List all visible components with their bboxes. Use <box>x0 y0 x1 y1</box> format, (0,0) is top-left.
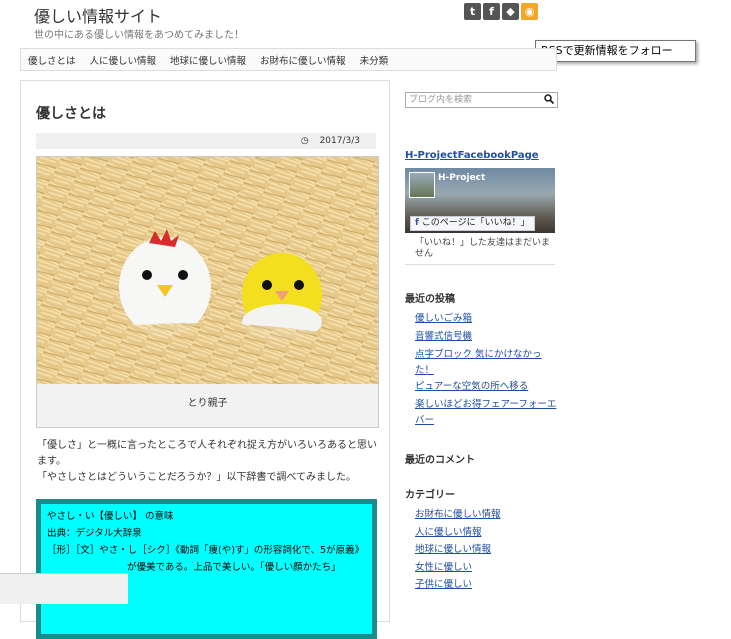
dictionary-quote: やさし・い【優しい】 の意味 出典：デジタル大辞泉 ［形］［文］やさ・し［シク］… <box>36 499 377 639</box>
post-image-frame: とり親子 <box>36 156 379 428</box>
rss-tooltip: RSSで更新情報をフォロー <box>535 40 696 62</box>
quote-line: ［形］［文］やさ・し［シク］《動詞「痩(や)す」の形容詞化で、5が原義》 <box>47 545 365 556</box>
horizontal-scrollbar[interactable] <box>0 573 128 604</box>
site-tagline: 世の中にある優しい情報をあつめてみました！ <box>34 30 244 41</box>
social-icons: t f ◆ ◉ <box>464 3 538 20</box>
category-link[interactable]: 子供に優しい <box>415 577 472 593</box>
body-paragraph: 「やさしさとはどういうことだろうか？」以下辞書で調べてみました。 <box>37 472 356 483</box>
facebook-page-name[interactable]: H-Project <box>438 173 485 183</box>
categories-heading: カテゴリー <box>405 490 455 501</box>
nav-item-earth[interactable]: 地球に優しい情報 <box>163 53 253 67</box>
facebook-small-icon: f <box>415 218 419 228</box>
category-link[interactable]: お財布に優しい情報 <box>415 507 501 523</box>
recent-post-link[interactable]: 優しいごみ箱 <box>415 311 472 327</box>
quote-line: 出典：デジタル大辞泉 <box>47 528 142 539</box>
facebook-widget: H-Project f このページに「いいね！」 「いいね！」した友達はまだいま… <box>405 168 555 265</box>
search-input[interactable]: ブログ内を検索 <box>405 92 558 108</box>
category-link[interactable]: 人に優しい情報 <box>415 525 482 541</box>
facebook-page-thumbnail[interactable] <box>409 172 435 198</box>
post-body: 「優しさ」と一概に言ったところで人それぞれ捉え方がいろいろあると思います。 「や… <box>37 438 382 486</box>
recent-posts-heading: 最近の投稿 <box>405 294 455 305</box>
clock-icon: ◷ <box>300 136 309 146</box>
fb-like-label: このページに「いいね！」 <box>421 218 530 228</box>
recent-post-link[interactable]: 楽しいほどお得フェアーフォーエバー <box>415 397 557 429</box>
image-caption: とり親子 <box>187 398 228 409</box>
site-title[interactable]: 優しい情報サイト <box>34 3 162 27</box>
body-paragraph: 「優しさ」と一概に言ったところで人それぞれ捉え方がいろいろあると思います。 <box>37 440 377 467</box>
main-nav: 優しさとは 人に優しい情報 地球に優しい情報 お財布に優しい情報 未分類 <box>20 48 557 71</box>
feedly-icon[interactable]: ◆ <box>502 3 519 20</box>
post-image[interactable] <box>37 157 378 384</box>
facebook-page-link[interactable]: H-ProjectFacebookPage <box>405 150 539 161</box>
main-content: 優しさとは ◷ 2017/3/3 とり親子 「優しさ」と一概に言ったところで人そ… <box>20 80 390 639</box>
search-icon[interactable] <box>544 94 555 109</box>
recent-post-link[interactable]: 音響式信号機 <box>415 329 472 345</box>
category-link[interactable]: 地球に優しい情報 <box>415 542 491 558</box>
facebook-icon[interactable]: f <box>483 3 500 20</box>
post-date-bar: ◷ 2017/3/3 <box>36 133 376 149</box>
rss-icon[interactable]: ◉ <box>521 3 538 20</box>
search-placeholder: ブログ内を検索 <box>409 95 473 105</box>
nav-item-uncategorized[interactable]: 未分類 <box>353 53 396 67</box>
twitter-icon[interactable]: t <box>464 3 481 20</box>
post-date: 2017/3/3 <box>319 136 360 146</box>
nav-item-wallet[interactable]: お財布に優しい情報 <box>253 53 353 67</box>
category-link[interactable]: 女性に優しい <box>415 560 472 576</box>
nav-item-people[interactable]: 人に優しい情報 <box>83 53 164 67</box>
quote-line: やさし・い【優しい】 の意味 <box>47 511 174 522</box>
facebook-like-button[interactable]: f このページに「いいね！」 <box>410 216 535 231</box>
facebook-friends-text: 「いいね！」した友達はまだいません <box>415 238 551 259</box>
nav-item-yasashisa[interactable]: 優しさとは <box>21 53 83 67</box>
recent-comments-heading: 最近のコメント <box>405 455 475 466</box>
recent-post-link[interactable]: 点字ブロック 気にかけなかった！ <box>415 347 555 379</box>
recent-post-link[interactable]: ピュアーな空気の所へ移る <box>415 379 528 395</box>
post-title: 優しさとは <box>36 106 106 122</box>
